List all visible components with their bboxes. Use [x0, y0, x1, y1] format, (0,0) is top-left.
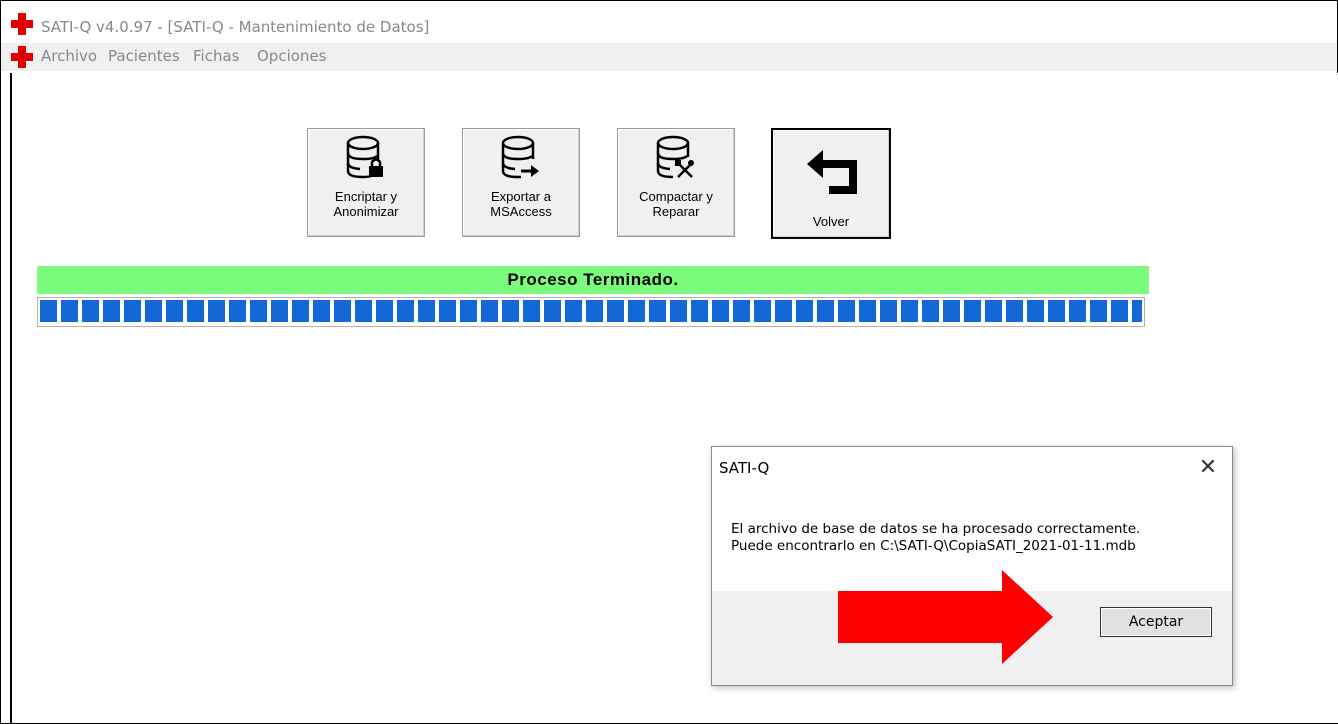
menu-opciones[interactable]: Opciones [257, 47, 326, 65]
close-icon[interactable]: ✕ [1194, 453, 1222, 481]
accept-button[interactable]: Aceptar [1100, 607, 1212, 637]
export-msaccess-button[interactable]: Exportar a MSAccess [462, 128, 580, 237]
return-arrow-icon [807, 150, 857, 194]
window-title: SATI-Q v4.0.97 - [SATI-Q - Mantenimiento… [41, 18, 430, 36]
title-bar: SATI-Q v4.0.97 - [SATI-Q - Mantenimiento… [1, 1, 1337, 43]
database-tools-icon [656, 135, 694, 179]
menu-bar: Archivo Pacientes Fichas Opciones [1, 43, 1337, 71]
dialog-title: SATI-Q [719, 459, 770, 477]
dialog-message-line1: El archivo de base de datos se ha proces… [731, 521, 1141, 537]
dialog-message-line2: Puede encontrarlo en C:\SATI-Q\CopiaSATI… [731, 538, 1136, 554]
red-arrow-annotation [838, 570, 1053, 664]
back-button-label: Volver [812, 214, 850, 229]
database-lock-icon [346, 135, 383, 179]
menu-archivo[interactable]: Archivo [41, 47, 97, 65]
compact-repair-button[interactable]: Compactar y Reparar [617, 128, 735, 237]
mdi-child-icon[interactable] [11, 46, 33, 68]
status-banner: Proceso Terminado. [37, 266, 1149, 294]
menu-fichas[interactable]: Fichas [193, 47, 239, 65]
progress-bar-fill [40, 300, 1142, 322]
compact-button-label: Compactar y Reparar [639, 189, 713, 219]
menu-pacientes[interactable]: Pacientes [108, 47, 180, 65]
app-logo-icon [11, 13, 33, 35]
encrypt-button-label: Encriptar y Anonimizar [333, 189, 399, 219]
dialog-message: El archivo de base de datos se ha proces… [731, 521, 1140, 555]
back-button[interactable]: Volver [771, 128, 891, 239]
database-export-icon [501, 135, 539, 179]
export-button-label: Exportar a MSAccess [490, 189, 552, 219]
progress-bar [37, 297, 1145, 327]
encrypt-anonymize-button[interactable]: Encriptar y Anonimizar [307, 128, 425, 237]
